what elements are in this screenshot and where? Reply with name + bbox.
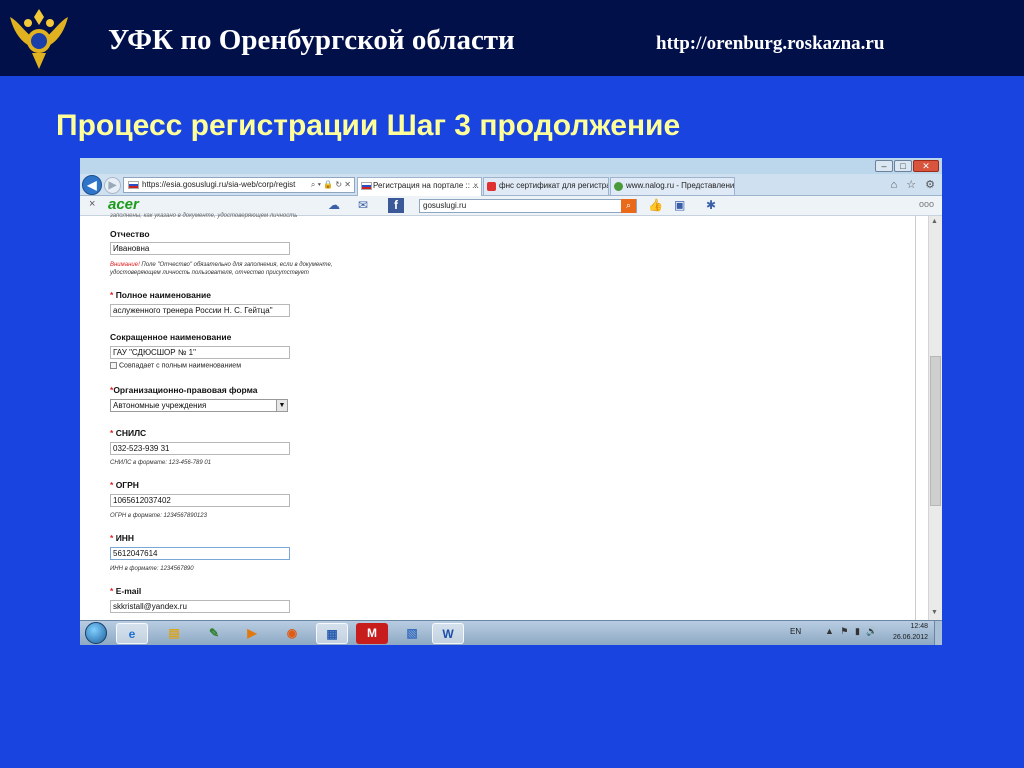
control-panel-icon[interactable]: ▦: [316, 623, 348, 644]
notepad-icon[interactable]: ▧: [396, 623, 428, 644]
same-as-full-checkbox-row[interactable]: Совпадает с полным наименованием: [110, 362, 241, 369]
weather-icon[interactable]: ☁: [328, 198, 340, 212]
russian-flag-icon: [361, 182, 372, 190]
email-input[interactable]: skkristall@yandex.ru: [110, 600, 290, 613]
mcafee-icon[interactable]: M: [356, 623, 388, 644]
toolbar-search-icon[interactable]: ⌕: [621, 199, 636, 213]
same-as-full-checkbox[interactable]: [110, 362, 117, 369]
legal-form-select[interactable]: Автономные учреждения ▼: [110, 399, 288, 412]
double-headed-eagle-emblem-icon: [10, 9, 68, 69]
slide-header-title: УФК по Оренбургской области: [108, 24, 515, 56]
tab-fns-certificate[interactable]: фнс сертификат для регистра...: [483, 177, 609, 195]
window-titlebar: – □ ✕: [80, 158, 942, 174]
inn-input[interactable]: 5612047614: [110, 547, 290, 560]
slide-title: Процесс регистрации Шаг 3 продолжение: [56, 109, 681, 142]
tab-label: фнс сертификат для регистра...: [499, 181, 609, 190]
game-icon[interactable]: ✱: [706, 198, 716, 212]
internet-explorer-icon[interactable]: e: [116, 623, 148, 644]
facebook-icon[interactable]: f: [388, 198, 404, 213]
snils-label: * СНИЛС: [110, 428, 147, 438]
address-bar-url: https://esia.gosuslugi.ru/sia-web/corp/r…: [142, 180, 296, 189]
language-indicator[interactable]: EN: [790, 627, 801, 636]
email-label: * E-mail: [110, 586, 142, 596]
paint-icon[interactable]: ✎: [198, 623, 230, 644]
browser-navbar: ◀ ▶ https://esia.gosuslugi.ru/sia-web/co…: [80, 174, 942, 196]
patronymic-input[interactable]: Ивановна: [110, 242, 290, 255]
firefox-icon[interactable]: ◉: [276, 623, 308, 644]
inn-hint: ИНН в формате: 1234567890: [110, 566, 194, 572]
toolbar-more-icon[interactable]: ooo: [919, 199, 934, 209]
word-icon[interactable]: W: [432, 623, 464, 644]
browser-screenshot: – □ ✕ ◀ ▶ https://esia.gosuslugi.ru/sia-…: [80, 158, 942, 645]
tab-close-icon[interactable]: ×: [473, 178, 478, 194]
maximize-button[interactable]: □: [894, 160, 912, 172]
media-player-icon[interactable]: ▶: [236, 623, 268, 644]
acer-logo: acer: [108, 196, 139, 213]
full-name-label: * Полное наименование: [110, 290, 211, 300]
snils-input[interactable]: 032-523-939 31: [110, 442, 290, 455]
like-icon[interactable]: 👍: [648, 198, 663, 212]
patronymic-label: Отчество: [110, 229, 150, 239]
start-button[interactable]: [85, 622, 107, 644]
vertical-scrollbar[interactable]: ▲ ▼: [928, 216, 942, 620]
ogrn-input[interactable]: 1065612037402: [110, 494, 290, 507]
minimize-button[interactable]: –: [875, 160, 893, 172]
short-name-input[interactable]: ГАУ "СДЮСШОР № 1": [110, 346, 290, 359]
scroll-up-icon[interactable]: ▲: [931, 218, 938, 225]
scroll-down-icon[interactable]: ▼: [931, 609, 938, 616]
address-bar[interactable]: https://esia.gosuslugi.ru/sia-web/corp/r…: [123, 177, 355, 193]
inn-label: * ИНН: [110, 533, 135, 543]
chevron-down-icon[interactable]: ▼: [276, 400, 287, 411]
legal-form-label: *Организационно-правовая форма: [110, 385, 258, 395]
close-window-button[interactable]: ✕: [913, 160, 939, 172]
address-bar-icons[interactable]: ⌕ ▾ 🔒 ↻ ✕: [311, 178, 351, 192]
patronymic-hint: Внимание! Поле "Отчество" обязательно дл…: [110, 262, 333, 268]
tab-label: Регистрация на портале :: ...: [373, 181, 479, 190]
video-icon[interactable]: ▣: [674, 198, 685, 212]
yandex-icon: [487, 182, 496, 191]
warning-word: Внимание!: [110, 262, 140, 268]
toolbar-search-input[interactable]: gosuslugi.ru: [419, 199, 637, 213]
short-name-label: Сокращенное наименование: [110, 332, 232, 342]
clock-date[interactable]: 26.06.2012: [888, 634, 928, 641]
page-border: [915, 216, 916, 620]
ogrn-label: * ОГРН: [110, 480, 139, 490]
tab-registration[interactable]: Регистрация на портале :: ... ×: [357, 177, 482, 196]
tab-nalog[interactable]: www.nalog.ru - Представлени...: [610, 177, 735, 195]
russian-flag-icon: [128, 181, 139, 189]
ogrn-hint: ОГРН в формате: 1234567890123: [110, 513, 207, 519]
tab-label: www.nalog.ru - Представлени...: [626, 181, 735, 190]
forward-button[interactable]: ▶: [104, 177, 121, 194]
slide-header-url: http://orenburg.roskazna.ru: [656, 33, 885, 54]
scrollbar-thumb[interactable]: [930, 356, 941, 506]
slide-header: УФК по Оренбургской области http://orenb…: [0, 0, 1024, 76]
toolbar-close-icon[interactable]: ×: [89, 198, 95, 210]
patronymic-hint-line2: удостоверяющем личность пользователя, от…: [110, 270, 309, 276]
file-explorer-icon[interactable]: ▤: [158, 623, 190, 644]
page-content: заполнены, как указано в документе, удос…: [80, 213, 942, 620]
back-button[interactable]: ◀: [82, 175, 102, 195]
snils-hint: СНИЛС в формате: 123-456-789 01: [110, 460, 212, 466]
cut-off-text: заполнены, как указано в документе, удос…: [110, 213, 298, 219]
site-favicon-icon: [614, 182, 623, 191]
system-tray-icons[interactable]: ▲ ⚑ ▮ 🔊: [825, 626, 880, 637]
windows-taskbar: e ▤ ✎ ▶ ◉ ▦ M ▧ W EN ▲ ⚑ ▮ 🔊 12:48 26.06…: [80, 620, 942, 645]
show-desktop-button[interactable]: [934, 621, 942, 645]
clock-time[interactable]: 12:48: [898, 623, 928, 630]
full-name-input[interactable]: аслуженного тренера России Н. С. Гейтца": [110, 304, 290, 317]
home-favorites-settings-icons[interactable]: ⌂ ☆ ⚙: [891, 178, 938, 191]
send-icon[interactable]: ✉: [358, 198, 368, 212]
